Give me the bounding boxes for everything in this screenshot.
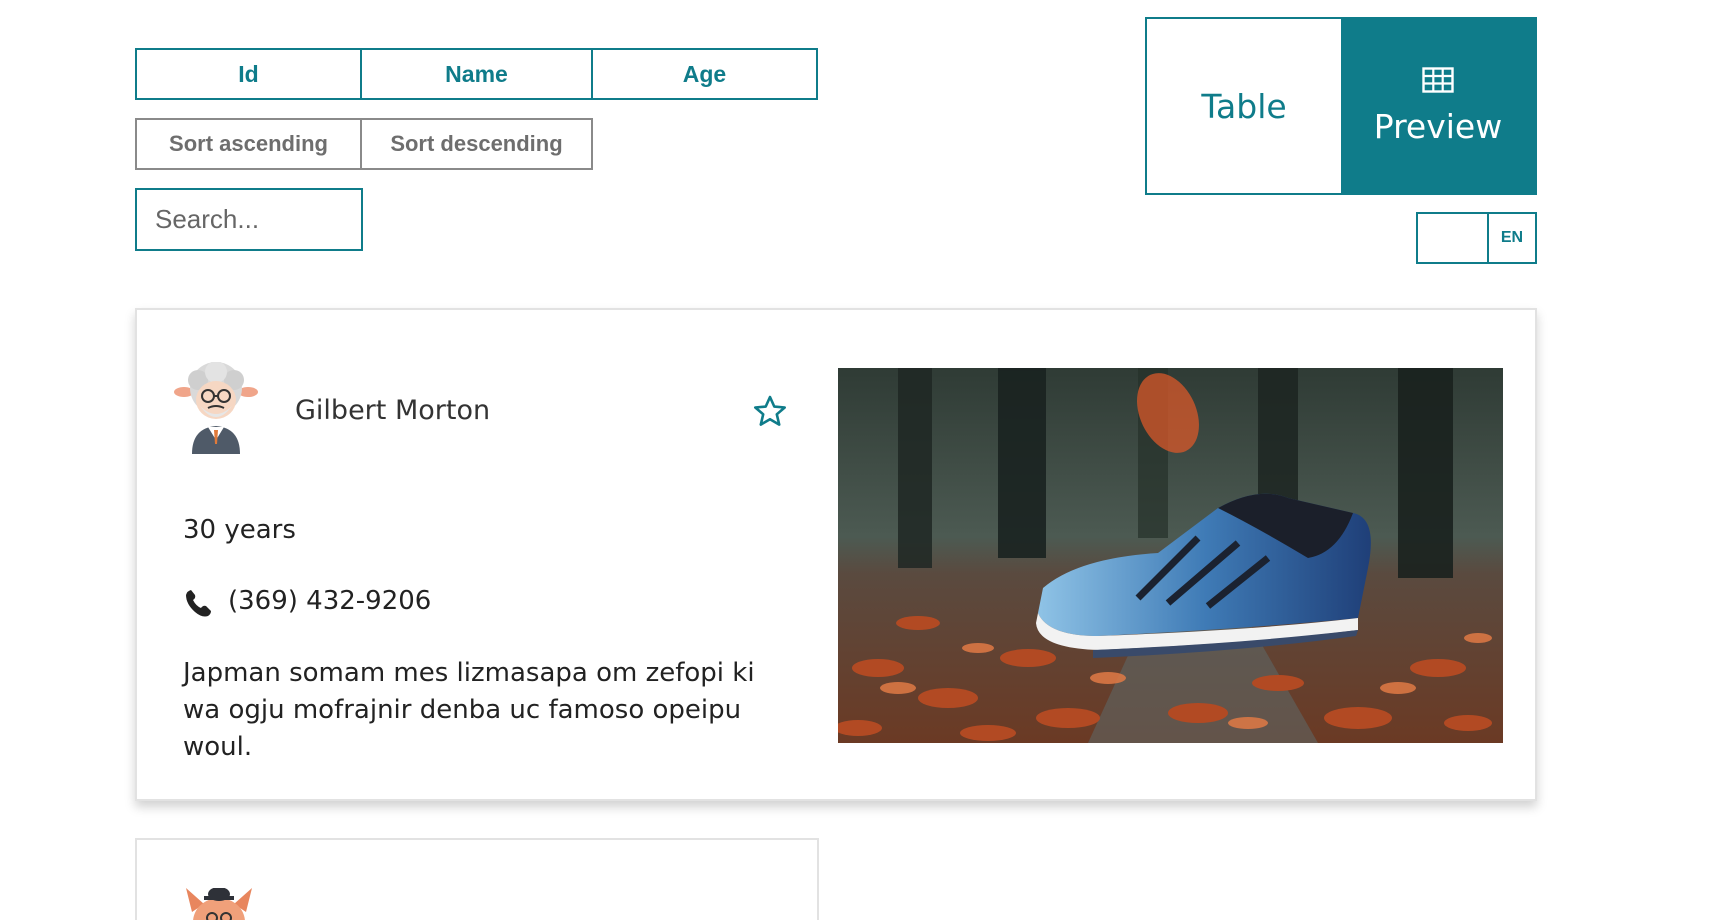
preview-view-button[interactable]: Preview [1341, 19, 1535, 193]
old-man-avatar-icon [174, 362, 258, 454]
language-option-blank[interactable] [1418, 214, 1489, 262]
table-view-label: Table [1201, 86, 1287, 126]
person-phone: (369) 432-9206 [228, 586, 432, 616]
sort-field-group: Id Name Age [135, 48, 818, 100]
sort-field-name-button[interactable]: Name [362, 50, 593, 98]
product-image [838, 368, 1503, 743]
table-grid-icon [1422, 66, 1454, 93]
person-card [135, 838, 819, 920]
sort-field-age-button[interactable]: Age [593, 50, 816, 98]
sort-field-id-button[interactable]: Id [137, 50, 362, 98]
person-card: Gilbert Morton 30 years (369) 432-9206 J… [135, 308, 1537, 801]
fox-avatar-icon [186, 888, 252, 920]
sort-order-group: Sort ascending Sort descending [135, 118, 593, 170]
person-age: 30 years [183, 515, 296, 545]
search-input[interactable] [135, 188, 363, 251]
preview-view-label: Preview [1373, 106, 1503, 146]
table-view-button[interactable]: Table [1147, 19, 1341, 193]
person-name: Gilbert Morton [295, 395, 491, 426]
view-toggle: Table Preview [1145, 17, 1537, 195]
favorite-star-icon[interactable] [752, 394, 788, 430]
language-selector: EN [1416, 212, 1537, 264]
sort-descending-button[interactable]: Sort descending [362, 120, 591, 168]
sort-ascending-button[interactable]: Sort ascending [137, 120, 362, 168]
language-option-en[interactable]: EN [1489, 214, 1535, 262]
phone-icon [186, 590, 211, 617]
person-description: Japman somam mes lizmasapa om zefopi ki … [183, 658, 755, 762]
